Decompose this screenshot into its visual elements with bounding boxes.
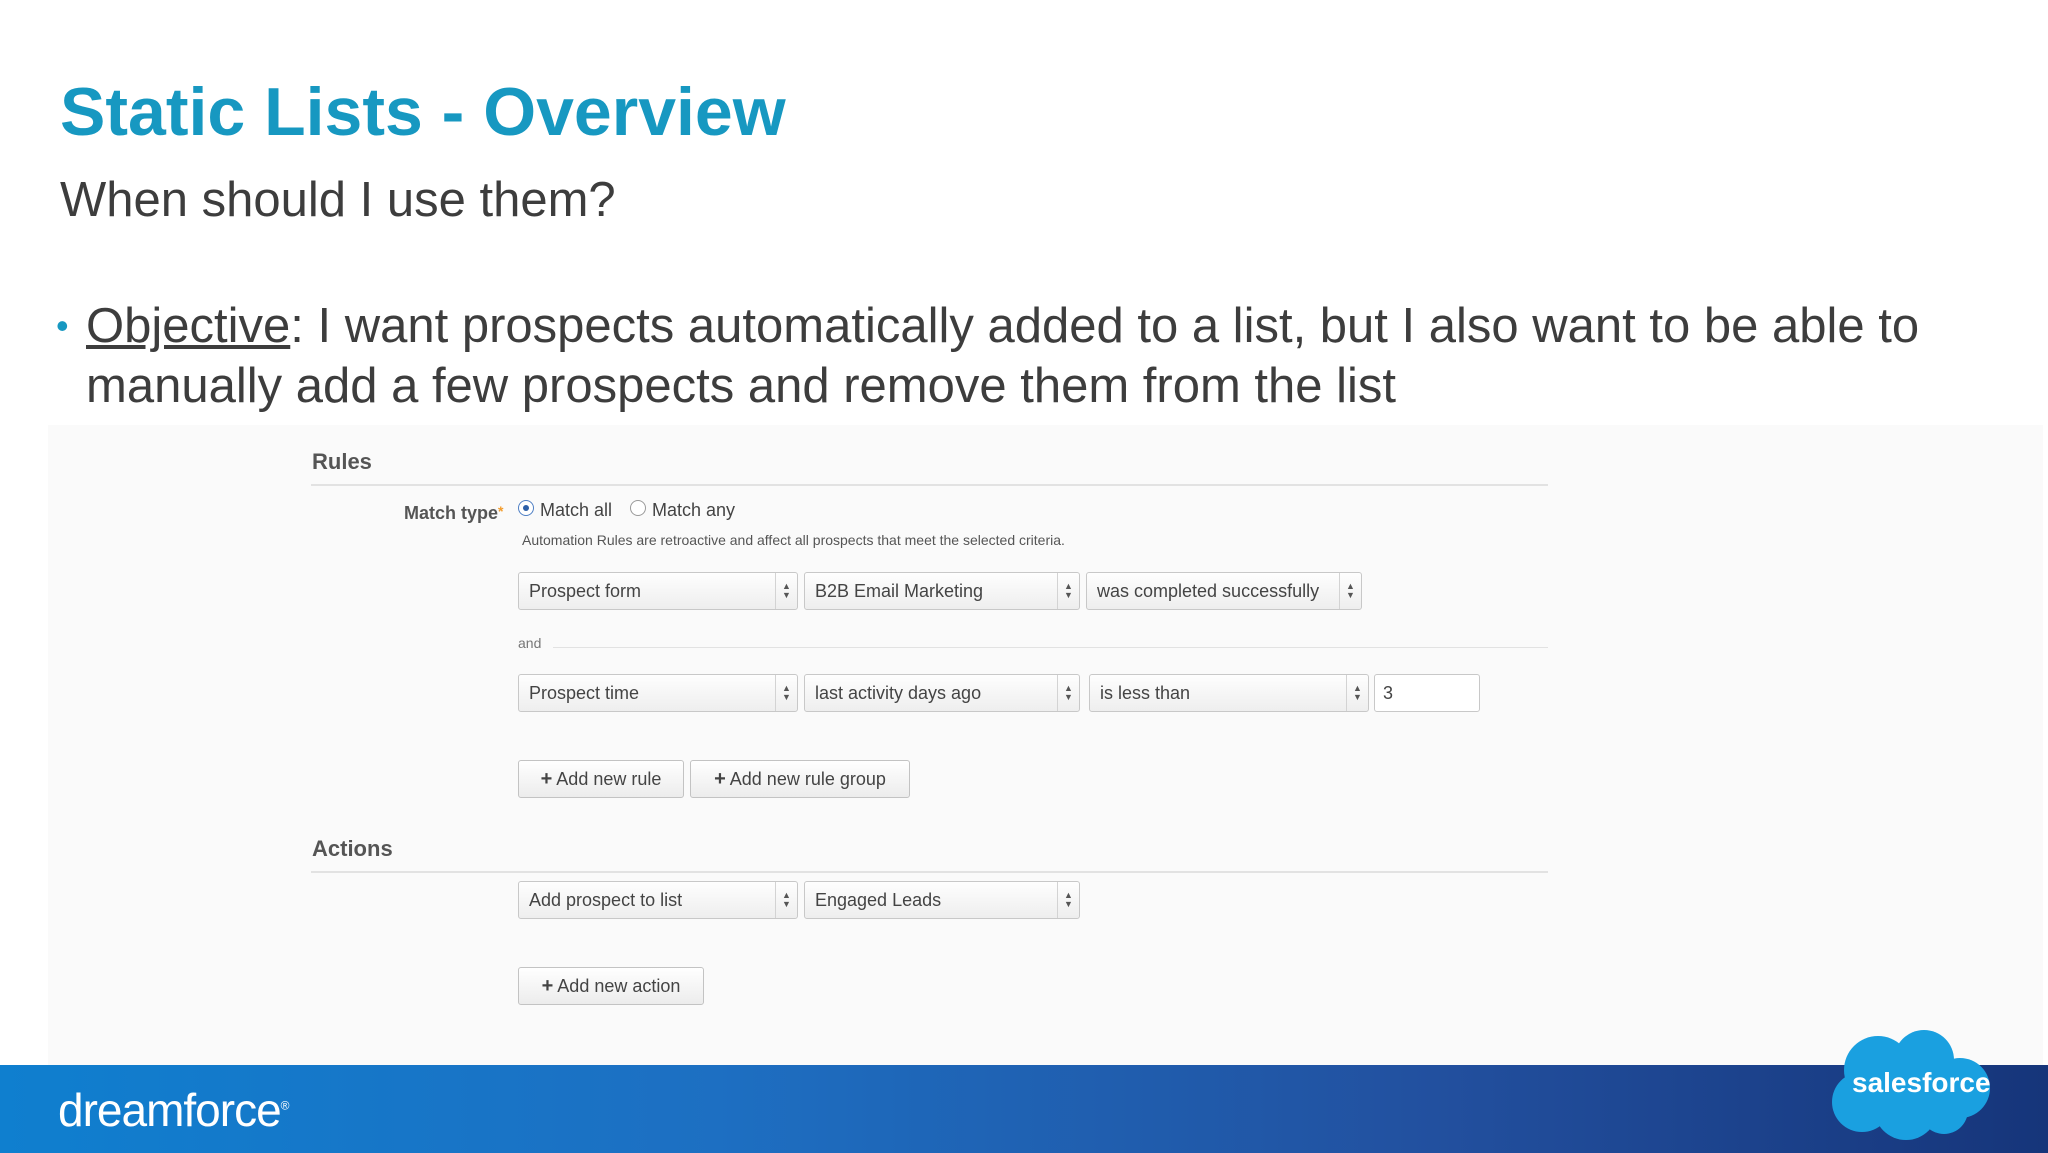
- slide-subtitle: When should I use them?: [60, 173, 616, 227]
- match-any-label[interactable]: Match any: [652, 500, 735, 521]
- rule2-field-select[interactable]: Prospect time ▲ ▼: [518, 674, 798, 712]
- match-type-label-text: Match type: [404, 503, 499, 523]
- updown-arrows-icon: ▲ ▼: [1346, 675, 1368, 711]
- salesforce-logo-text: salesforce: [1852, 1067, 1991, 1098]
- slide-title: Static Lists - Overview: [60, 74, 786, 150]
- automation-rule-screenshot: Rules Match type* Match all Match any Au…: [48, 425, 2043, 1065]
- footer-banner: dreamforce®: [0, 1065, 2048, 1153]
- add-new-rule-group-label: Add new rule group: [729, 769, 886, 789]
- action1-select[interactable]: Add prospect to list ▲ ▼: [518, 881, 798, 919]
- objective-bullet: • Objective: I want prospects automatica…: [56, 296, 1956, 416]
- add-new-action-label: Add new action: [557, 976, 681, 996]
- rule2-days-input[interactable]: 3: [1374, 674, 1480, 712]
- and-divider: [553, 647, 1548, 648]
- action1-target-select[interactable]: Engaged Leads ▲ ▼: [804, 881, 1080, 919]
- rule1-field-select[interactable]: Prospect form ▲ ▼: [518, 572, 798, 610]
- rule2-condition-value: is less than: [1100, 683, 1191, 703]
- updown-arrows-icon: ▲ ▼: [1339, 573, 1361, 609]
- updown-arrows-icon: ▲ ▼: [1057, 675, 1079, 711]
- updown-arrows-icon: ▲ ▼: [775, 675, 797, 711]
- match-all-radio[interactable]: [518, 500, 534, 516]
- action1-value: Add prospect to list: [529, 890, 683, 910]
- objective-label: Objective: [86, 299, 291, 353]
- plus-icon: +: [540, 768, 553, 790]
- rule1-value-value: B2B Email Marketing: [815, 581, 984, 601]
- match-type-label: Match type*: [404, 503, 503, 524]
- add-new-rule-button[interactable]: + Add new rule: [518, 760, 684, 798]
- rule1-field-value: Prospect form: [529, 581, 642, 601]
- actions-divider: [311, 871, 1548, 873]
- plus-icon: +: [714, 768, 726, 790]
- add-new-rule-label: Add new rule: [556, 769, 662, 789]
- required-marker: *: [498, 503, 504, 519]
- rule1-value-select[interactable]: B2B Email Marketing ▲ ▼: [804, 572, 1080, 610]
- objective-text: : I want prospects automatically added t…: [86, 299, 1920, 413]
- and-joiner: and: [518, 635, 542, 651]
- dreamforce-logo: dreamforce®: [58, 1083, 289, 1137]
- rules-divider: [311, 484, 1548, 486]
- bullet-dot-icon: •: [56, 305, 69, 346]
- updown-arrows-icon: ▲ ▼: [775, 882, 797, 918]
- trademark-mark: ®: [280, 1098, 290, 1113]
- rule2-field-value: Prospect time: [529, 683, 640, 703]
- plus-icon: +: [541, 975, 554, 997]
- bullet-text: Objective: I want prospects automaticall…: [86, 296, 1956, 416]
- rule2-value-select[interactable]: last activity days ago ▲ ▼: [804, 674, 1080, 712]
- rule1-condition-value: was completed successfully: [1097, 581, 1320, 601]
- actions-heading: Actions: [312, 836, 393, 861]
- action1-target-value: Engaged Leads: [815, 890, 942, 910]
- dreamforce-logo-text: dreamforce: [58, 1084, 282, 1136]
- updown-arrows-icon: ▲ ▼: [1057, 882, 1079, 918]
- add-new-rule-group-button[interactable]: + Add new rule group: [690, 760, 910, 798]
- automation-help-text: Automation Rules are retroactive and aff…: [522, 532, 1065, 548]
- add-new-action-button[interactable]: + Add new action: [518, 967, 704, 1005]
- updown-arrows-icon: ▲ ▼: [1057, 573, 1079, 609]
- rule1-condition-select[interactable]: was completed successfully ▲ ▼: [1086, 572, 1362, 610]
- rule2-condition-select[interactable]: is less than ▲ ▼: [1089, 674, 1369, 712]
- updown-arrows-icon: ▲ ▼: [775, 573, 797, 609]
- match-all-label[interactable]: Match all: [540, 500, 612, 521]
- rules-heading: Rules: [312, 449, 372, 474]
- rule2-value-value: last activity days ago: [815, 683, 982, 703]
- match-any-radio[interactable]: [630, 500, 646, 516]
